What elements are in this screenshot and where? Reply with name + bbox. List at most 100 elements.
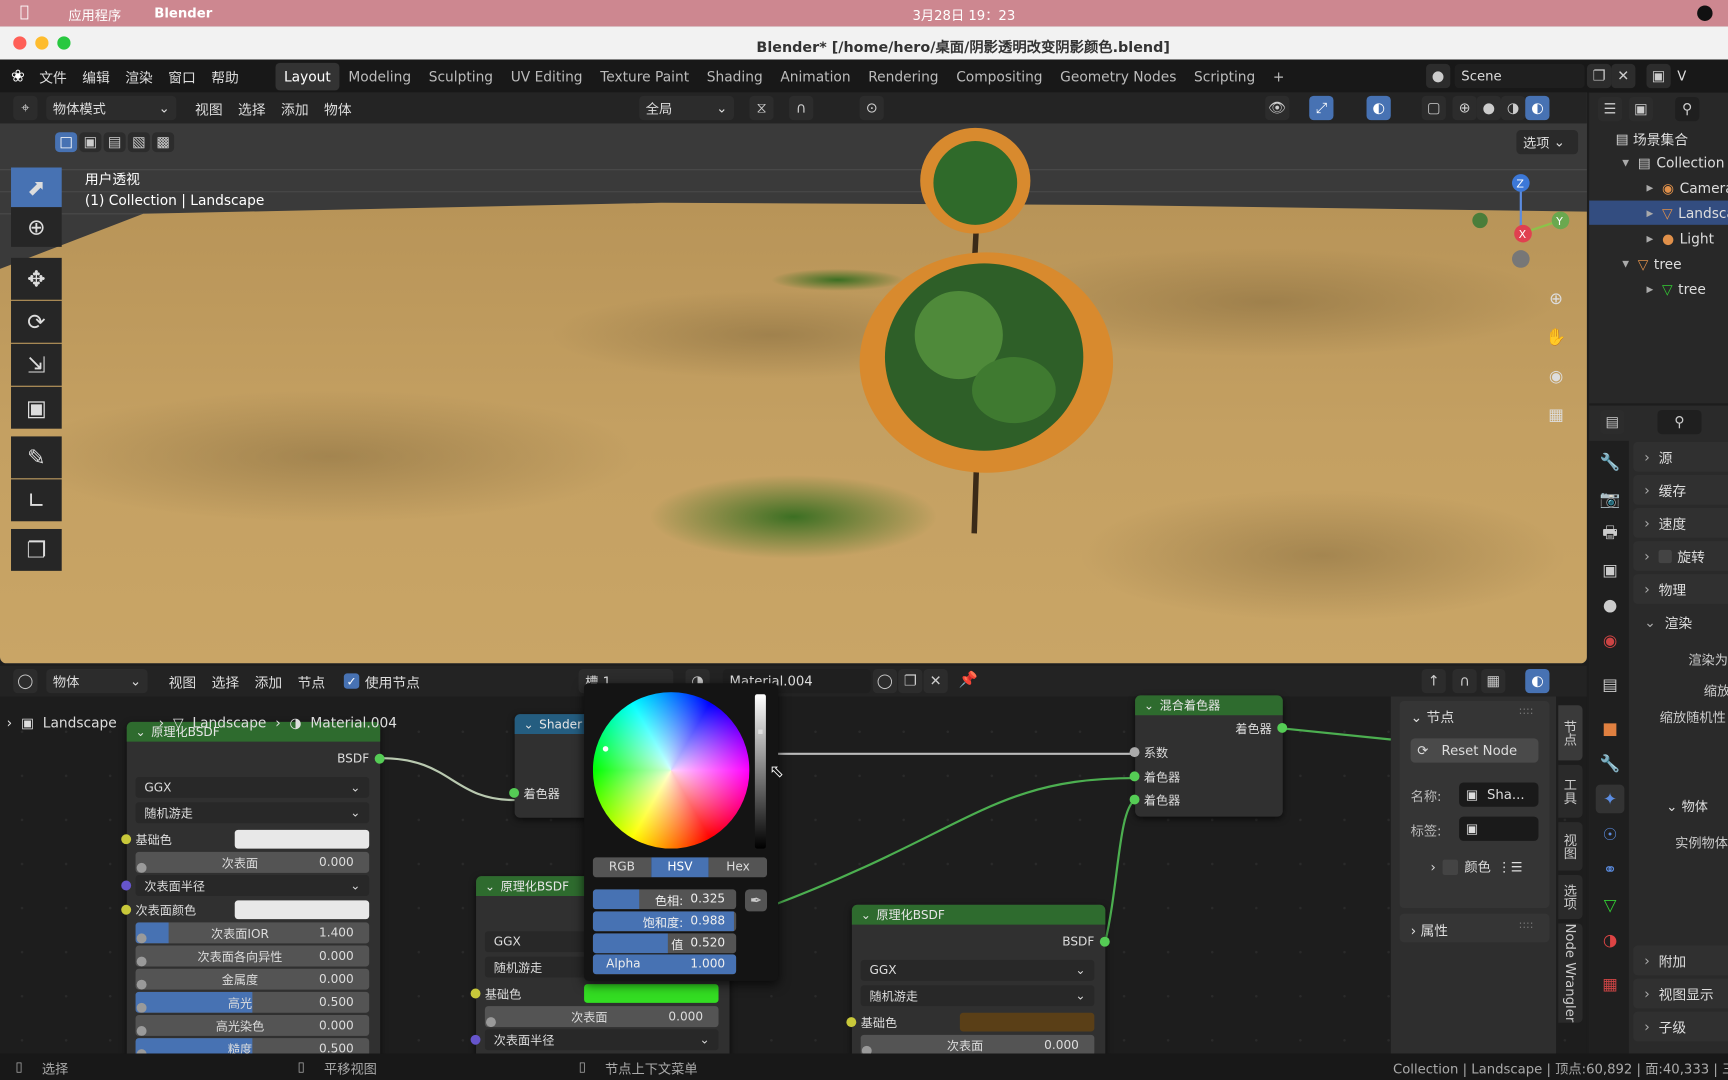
color-swatch[interactable] — [234, 900, 370, 920]
select-subtract-icon[interactable]: ▤ — [103, 132, 126, 153]
rotate-tool[interactable]: ⟳ — [11, 300, 62, 343]
view-layer-tab-icon[interactable]: ▣ — [1596, 555, 1625, 584]
input-socket[interactable] — [861, 1045, 872, 1054]
node-menu-3[interactable]: 节点 — [290, 671, 333, 692]
view-layer-name[interactable]: V — [1677, 68, 1686, 83]
tool-tab-icon[interactable]: 🔧 — [1596, 447, 1625, 476]
input-socket[interactable] — [470, 988, 481, 999]
pin-icon[interactable]: 📌 — [959, 671, 978, 689]
node-header[interactable]: ⌄ Shader — [514, 714, 590, 734]
menu-0[interactable]: 文件 — [31, 66, 74, 87]
xray-icon[interactable]: ▢ — [1421, 95, 1446, 121]
add-cube-tool[interactable]: ❐ — [11, 528, 62, 571]
node-header[interactable]: ⌄ 混合着色器 — [1135, 695, 1283, 716]
snap-mode-icon[interactable]: ▦ — [1481, 668, 1506, 694]
node-bsdf3[interactable]: ⌄ 原理化BSDF BSDF GGX ⌄ 随机游走 ⌄ 基础色 次表面 0.000 — [846, 904, 1110, 1054]
input-socket[interactable] — [1129, 771, 1140, 782]
eyedropper-icon[interactable]: ✒ — [744, 889, 768, 912]
outliner-item[interactable]: ▶ ● Light — [1589, 226, 1728, 250]
transform-tool[interactable]: ▣ — [11, 386, 62, 429]
overlay-toggle-icon[interactable]: ◐ — [1525, 668, 1550, 694]
tab-workspace-scripting[interactable]: Scripting — [1185, 62, 1264, 90]
tab-workspace-shading[interactable]: Shading — [698, 62, 772, 90]
node-mix[interactable]: ⌄ 混合着色器 着色器 系数 着色器 着色器 — [1129, 695, 1288, 817]
properties-editor-type-icon[interactable]: ▤ — [1600, 409, 1625, 435]
collapse-icon[interactable]: ⌄ — [861, 908, 871, 922]
node-row[interactable]: 次表面 0.000 — [484, 1006, 719, 1028]
select-new-icon[interactable]: □ — [55, 132, 78, 153]
node-row[interactable]: 高光染色 0.000 — [135, 1014, 370, 1036]
render-tab-icon[interactable]: 📷 — [1596, 485, 1625, 514]
menu-1[interactable]: 编辑 — [74, 66, 117, 87]
scale-tool[interactable]: ⇲ — [11, 343, 62, 386]
input-socket[interactable] — [136, 979, 147, 990]
tab-hex[interactable]: Hex — [708, 857, 768, 878]
node-shader[interactable]: ⌄ Shader 着色器 — [509, 714, 590, 818]
mode-dropdown[interactable]: 物体模式 ⌄ — [46, 95, 177, 121]
expand-arrow-icon[interactable]: ▼ — [1622, 157, 1629, 167]
tab-workspace-compositing[interactable]: Compositing — [947, 62, 1051, 90]
breadcrumb-material[interactable]: Material.004 — [310, 714, 397, 731]
sat-field[interactable]: 饱和度: 0.988 — [592, 911, 737, 932]
properties-section[interactable]: › 源 — [1633, 441, 1728, 472]
breadcrumb-object[interactable]: Landscape — [43, 714, 117, 731]
pivot-icon[interactable]: ⧖ — [749, 95, 774, 121]
node-row[interactable]: 随机游走 ⌄ — [860, 985, 1095, 1007]
rotation-checkbox[interactable] — [1658, 549, 1672, 563]
app-name[interactable]: Blender — [154, 6, 212, 21]
object-tab-icon[interactable]: ■ — [1596, 714, 1625, 743]
navigation-gizmo[interactable]: Z Y X — [1466, 168, 1576, 273]
collapse-icon[interactable]: ⌄ — [1144, 698, 1154, 712]
overlay-toggle-icon[interactable]: ◐ — [1366, 95, 1391, 121]
texture-tab-icon[interactable]: ▦ — [1596, 970, 1625, 999]
parent-node-tree-icon[interactable]: ↑ — [1421, 668, 1446, 694]
properties-section[interactable]: › 旋转 — [1633, 541, 1728, 571]
node-bsdf1[interactable]: ⌄ 原理化BSDF BSDF GGX ⌄ 随机游走 ⌄ 基础色 次表面 0.000 次表面半径 ⌄ 次表… — [121, 721, 385, 1054]
val-field[interactable]: 值 0.520 — [592, 933, 737, 954]
new-scene-icon[interactable]: ❐ — [1586, 63, 1612, 89]
scene-field[interactable]: Scene — [1454, 63, 1585, 89]
node-row[interactable]: 高光 0.500 — [135, 991, 370, 1013]
viewport-menu-0[interactable]: 视图 — [187, 98, 230, 119]
node-row[interactable]: GGX ⌄ — [135, 776, 370, 798]
input-socket[interactable] — [136, 933, 147, 944]
search-icon[interactable]: ⚲ — [1657, 409, 1702, 435]
delete-scene-icon[interactable]: ✕ — [1611, 63, 1636, 89]
data-tab-icon[interactable]: ▽ — [1596, 890, 1625, 919]
use-nodes-checkbox[interactable]: ✓ — [343, 673, 360, 689]
tab-workspace-layout[interactable]: Layout — [275, 62, 340, 90]
input-socket[interactable] — [136, 1049, 147, 1054]
tab-hsv[interactable]: HSV — [650, 857, 709, 878]
apple-icon[interactable]:  — [20, 3, 29, 21]
measure-tool[interactable]: ∟ — [11, 479, 62, 522]
editor-type-icon[interactable]: ⌖ — [13, 95, 38, 121]
expand-arrow-icon[interactable]: ▶ — [1646, 182, 1653, 192]
outliner-item[interactable]: ▼ ▽ tree — [1589, 251, 1728, 275]
input-socket[interactable] — [485, 1017, 496, 1028]
properties-section[interactable]: › 速度 — [1633, 508, 1728, 538]
search-icon[interactable]: ⚲ — [1675, 96, 1700, 122]
viewport-menu-1[interactable]: 选择 — [230, 98, 273, 119]
input-socket[interactable] — [1129, 794, 1140, 805]
input-socket[interactable] — [1129, 747, 1140, 758]
world-tab-icon[interactable]: ◉ — [1596, 626, 1625, 655]
options-dropdown[interactable]: 选项 ⌄ — [1516, 130, 1579, 155]
camera-view-icon[interactable]: ◉ — [1543, 357, 1569, 396]
node-row[interactable]: 随机游走 ⌄ — [135, 802, 370, 824]
properties-section[interactable]: › 视图显示 — [1633, 978, 1728, 1009]
select-invert-icon[interactable]: ▧ — [127, 132, 150, 153]
expand-arrow-icon[interactable]: ▶ — [1646, 284, 1653, 294]
proportional-edit-icon[interactable]: ⊙ — [859, 95, 884, 121]
color-swatch[interactable] — [959, 1012, 1095, 1032]
menu-2[interactable]: 渲染 — [117, 66, 160, 87]
node-row[interactable]: 次表面 0.000 — [135, 851, 370, 873]
particles-tab-icon[interactable]: ✦ — [1595, 784, 1625, 814]
rendered-shading-icon[interactable]: ◐ — [1525, 95, 1550, 121]
node-row[interactable]: 糙度 0.500 — [135, 1038, 370, 1054]
modifier-tab-icon[interactable]: 🔧 — [1596, 749, 1625, 778]
properties-section[interactable]: › 附加 — [1633, 945, 1728, 976]
visibility-icon[interactable]: 👁 — [1265, 95, 1290, 121]
menu-4[interactable]: 帮助 — [203, 66, 246, 87]
collection-tab-icon[interactable]: ▤ — [1596, 670, 1625, 699]
apps-menu[interactable]: 应用程序 — [68, 6, 121, 25]
